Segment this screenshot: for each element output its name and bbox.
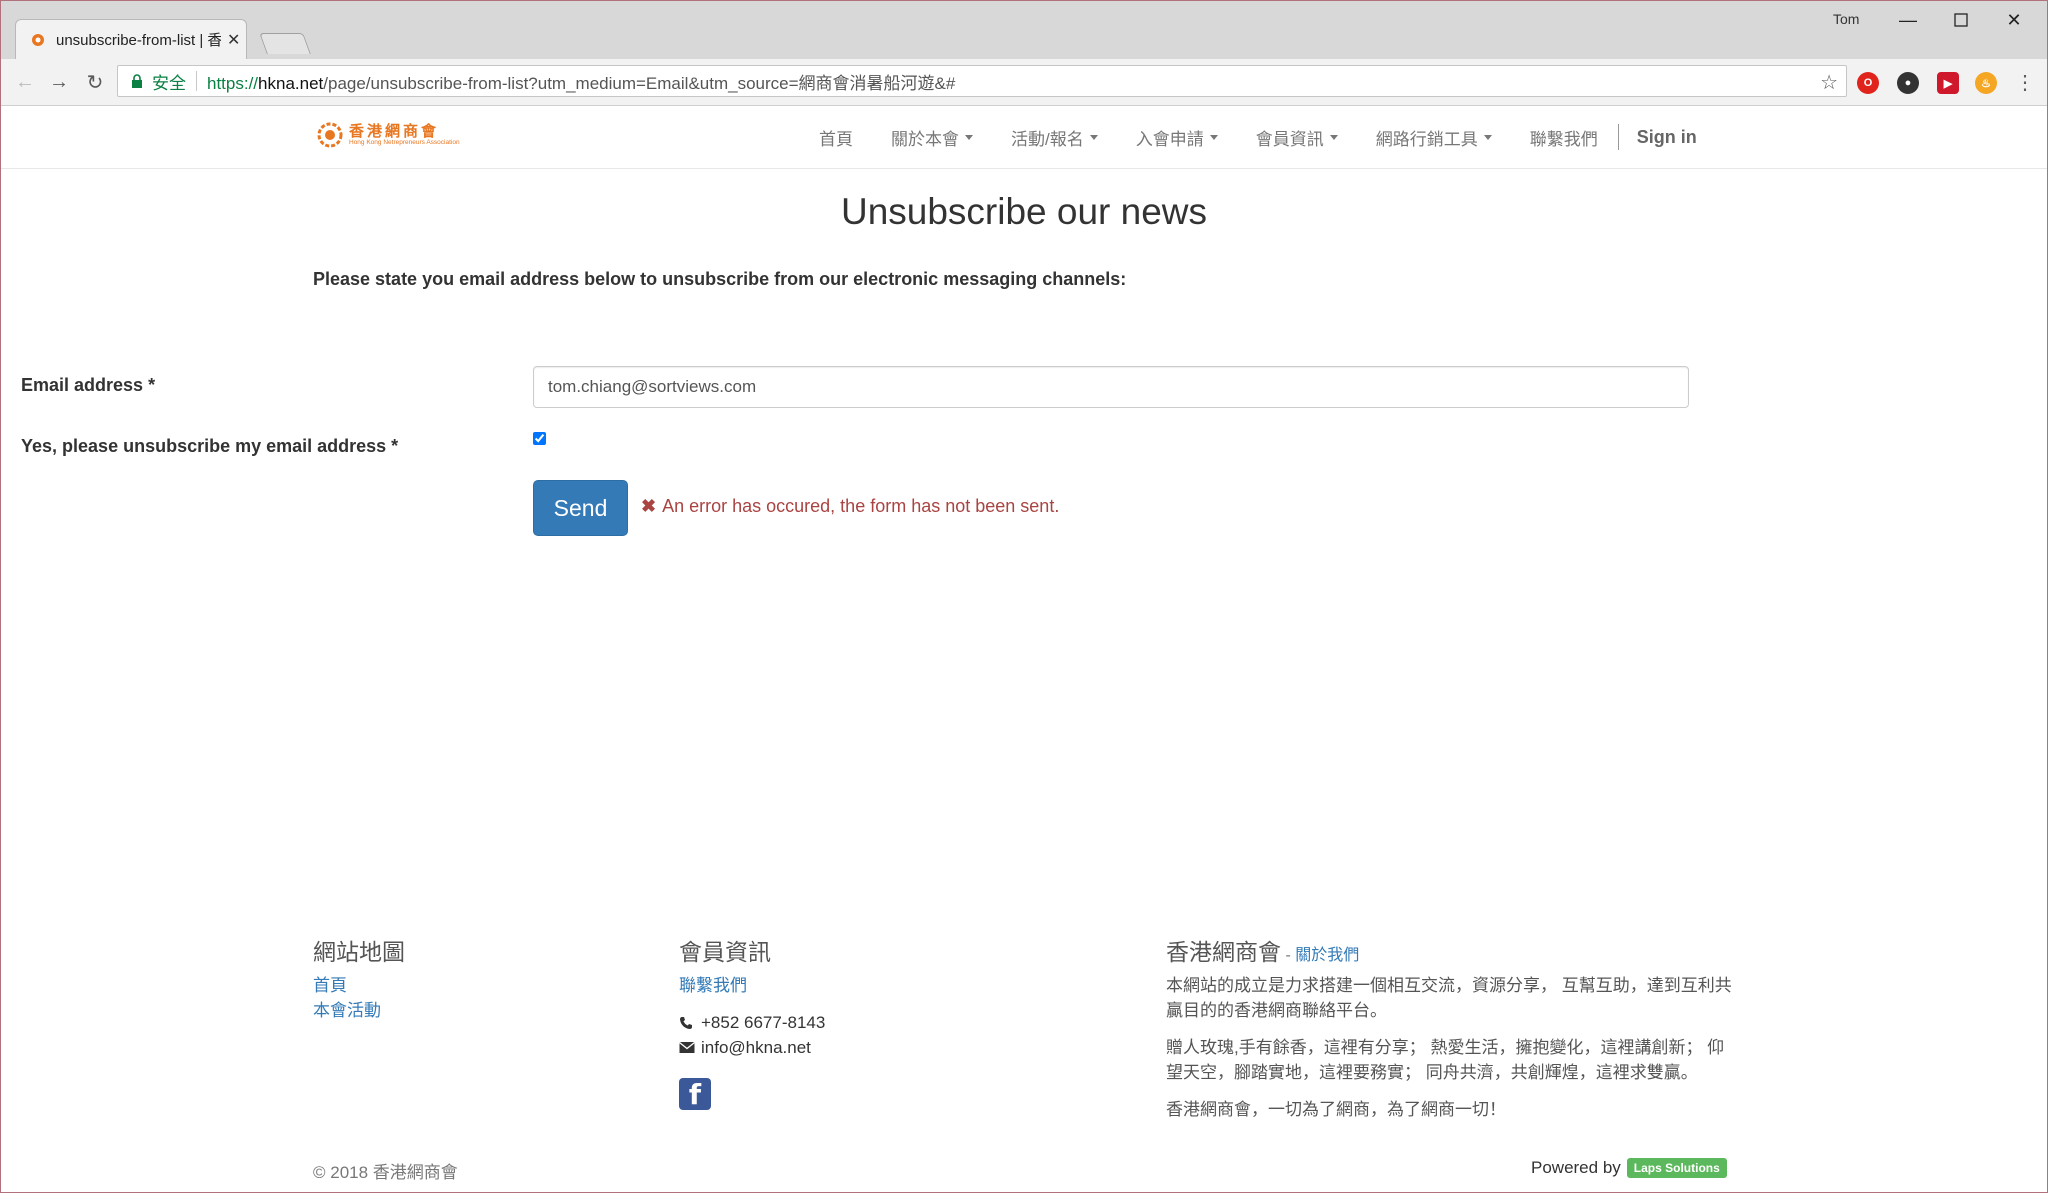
sitemap-title: 網站地圖 [313,939,405,965]
new-tab-button[interactable] [259,33,311,54]
logo-chinese-text: 香港網商會 [349,122,440,140]
back-arrow-icon[interactable]: ← [11,68,39,96]
nav-marketing-label: 網路行銷工具 [1375,129,1478,149]
error-text: An error has occured, the form has not b… [662,496,1060,516]
menu-icon[interactable]: ⋮ [2011,68,2039,96]
member-title: 會員資訊 [679,939,771,965]
maximize-icon[interactable] [1946,9,1976,31]
tab-title: unsubscribe-from-list | 香 [56,32,221,49]
url-text[interactable]: https://hkna.net/page/unsubscribe-from-l… [207,69,955,94]
email-label: Email address * [21,375,156,395]
footer-about: 香港網商會 - 關於我們 本網站的成立是力求搭建一個相互交流，資源分享， 互幫互… [1166,933,1736,1134]
caret-down-icon [1483,134,1492,140]
phone-number: +852 6677-8143 [701,1013,826,1032]
unsubscribe-checkbox[interactable] [533,432,546,445]
error-message: ✖ An error has occured, the form has not… [641,496,1059,517]
nav-events-label: 活動/報名 [1011,129,1084,149]
url-path: /page/unsubscribe-from-list?utm_medium=E… [323,73,956,93]
contact-email[interactable]: info@hkna.net [701,1035,811,1060]
email-line: info@hkna.net [679,1035,825,1060]
main-menu: 首頁 關於本會 活動/報名 入會申請 會員資訊 網路行銷工具 聯繫我們 Sign… [819,106,1697,168]
nav-contact[interactable]: 聯繫我們 [1530,125,1598,150]
sign-in-link[interactable]: Sign in [1637,127,1697,148]
laps-solutions-badge[interactable]: Laps Solutions [1626,1158,1727,1178]
camera-extension-icon[interactable]: ● [1897,72,1919,94]
forward-arrow-icon[interactable]: → [45,68,73,96]
url-host: hkna.net [258,73,324,93]
confirm-label: Yes, please unsubscribe my email address… [21,436,399,456]
page-title: Unsubscribe our news [840,191,1208,232]
powered-by-text: Powered by [1531,1158,1621,1177]
nav-members-label: 會員資訊 [1255,129,1324,149]
footer-link-contact[interactable]: 聯繫我們 [679,973,825,998]
site-logo[interactable]: 香港網商會 Hong Kong Netrepreneurs Associatio… [317,122,460,148]
nav-join-label: 入會申請 [1135,129,1204,149]
copyright: © 2018 香港網商會 [313,1163,458,1182]
secure-label: 安全 [152,73,186,93]
nav-home[interactable]: 首頁 [819,125,853,150]
footer-members: 會員資訊 聯繫我們 +852 6677-8143 info@hkna.net f [679,933,825,1110]
window-close-icon[interactable]: ✕ [1999,9,2029,31]
browser-tab[interactable]: unsubscribe-from-list | 香 ✕ [15,19,247,59]
browser-toolbar: ← → ↻ 安全 https://hkna.net/page/unsubscri… [1,59,2047,106]
caret-down-icon [1089,134,1098,140]
nav-join[interactable]: 入會申請 [1136,125,1218,150]
phone-icon [679,1016,695,1030]
url-scheme: https:// [207,73,259,93]
phone-line: +852 6677-8143 [679,1010,825,1035]
envelope-icon [679,1041,695,1054]
facebook-icon[interactable]: f [679,1078,711,1110]
error-x-icon: ✖ [641,496,657,516]
caret-down-icon [965,134,973,140]
tab-strip: unsubscribe-from-list | 香 ✕ Tom — ✕ [1,1,2047,59]
about-paragraph-1: 本網站的成立是力求搭建一個相互交流，資源分享， 互幫互助，達到互利共贏目的的香港… [1166,976,1732,1020]
nav-members[interactable]: 會員資訊 [1256,125,1338,150]
lock-icon [130,74,144,88]
send-button[interactable]: Send [533,480,628,536]
footer-sitemap: 網站地圖 首頁 本會活動 [313,933,405,1023]
logo-emblem-icon [317,122,343,148]
powered-by: Powered by Laps Solutions [1531,1158,1727,1178]
email-input[interactable] [533,366,1689,408]
caret-down-icon [1329,134,1338,140]
about-paragraph-2: 贈人玫瑰,手有餘香，這裡有分享； 熱愛生活，擁抱變化，這裡講創新； 仰望天空，腳… [1166,1038,1725,1082]
nav-about[interactable]: 關於本會 [891,125,973,150]
intro-text: Please state you email address below to … [313,269,1127,289]
video-extension-icon[interactable]: ▶ [1937,72,1959,94]
about-sub: - 關於我們 [1281,947,1359,964]
footer-link-home[interactable]: 首頁 [313,973,405,998]
nav-divider [1617,124,1619,150]
nav-contact-label: 聯繫我們 [1529,129,1598,149]
profile-name[interactable]: Tom [1833,11,1859,27]
site-navbar: 香港網商會 Hong Kong Netrepreneurs Associatio… [1,106,2047,169]
reload-icon[interactable]: ↻ [81,68,109,96]
nav-home-label: 首頁 [819,129,853,149]
about-title: 香港網商會 [1166,939,1281,965]
caret-down-icon [1209,134,1218,140]
nav-events[interactable]: 活動/報名 [1011,125,1098,150]
about-separator: - [1281,947,1296,964]
address-bar[interactable]: 安全 https://hkna.net/page/unsubscribe-fro… [117,65,1847,97]
tab-close-icon[interactable]: ✕ [227,30,240,50]
opera-extension-icon[interactable]: O [1857,72,1879,94]
minimize-icon[interactable]: — [1893,9,1923,31]
logo-english-text: Hong Kong Netrepreneurs Association [349,138,460,146]
browser-window: unsubscribe-from-list | 香 ✕ Tom — ✕ ← → … [0,0,2048,1193]
about-heading: 香港網商會 - 關於我們 [1166,933,1736,967]
nav-about-label: 關於本會 [891,129,959,149]
star-icon[interactable]: ☆ [1820,70,1838,95]
site-favicon-icon [30,32,46,48]
about-paragraph-3: 香港網商會，一切為了網商，為了網商一切！ [1166,1100,1506,1119]
omnibox-separator [196,71,197,91]
about-us-link[interactable]: 關於我們 [1295,947,1359,964]
footer-link-events[interactable]: 本會活動 [313,998,405,1023]
fire-extension-icon[interactable]: ♨ [1975,72,1997,94]
nav-marketing-tools[interactable]: 網路行銷工具 [1376,125,1492,150]
